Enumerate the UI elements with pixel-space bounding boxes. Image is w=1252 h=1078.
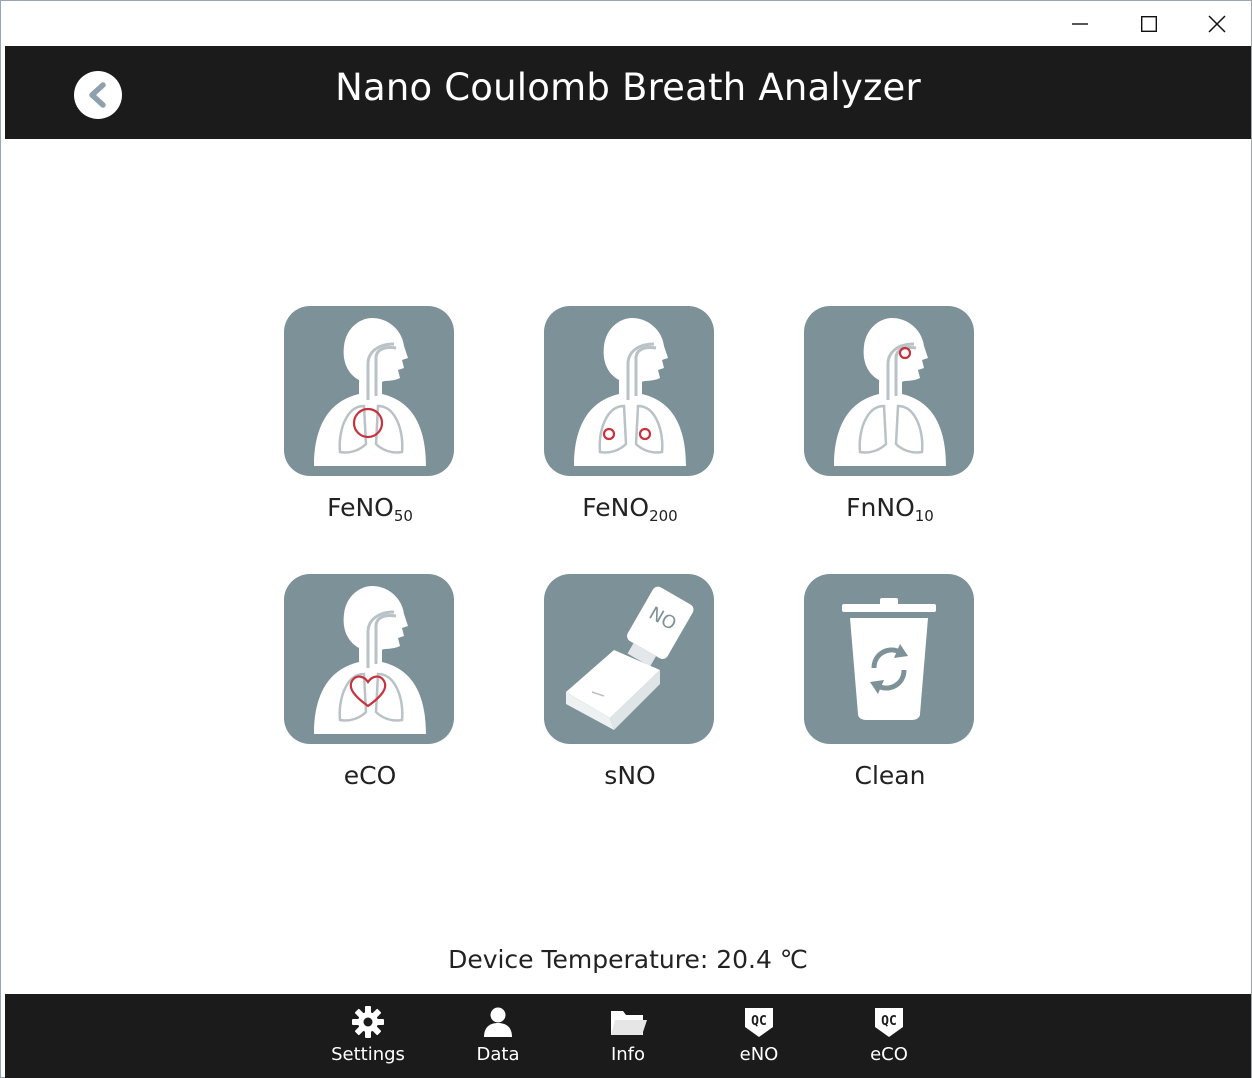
svg-text:QC: QC [881, 1014, 897, 1029]
test-tile-fnno10[interactable]: FnNO10 [804, 306, 976, 525]
airway-lungs-icon [284, 306, 454, 476]
user-icon [478, 1004, 518, 1040]
test-tile-eco[interactable]: eCO [284, 574, 456, 790]
test-tile-feno200[interactable]: FeNO200 [544, 306, 716, 525]
test-tile-clean[interactable]: Clean [804, 574, 976, 790]
nav-info[interactable]: Info [578, 1004, 678, 1070]
gear-icon [348, 1004, 388, 1040]
tile-label: Clean [854, 761, 926, 790]
svg-text:QC: QC [751, 1014, 767, 1029]
nav-qc-eno[interactable]: QC eNO [709, 1004, 809, 1070]
app-window: Nano Coulomb Breath Analyzer FeNO50 FeNO… [0, 0, 1252, 1078]
tile-label: FeNO [582, 493, 650, 522]
title-bar [1, 1, 1251, 46]
close-button[interactable] [1183, 1, 1251, 46]
nav-label: eNO [739, 1044, 779, 1065]
test-tile-feno50[interactable]: FeNO50 [284, 306, 456, 525]
nav-label: Settings [331, 1044, 405, 1065]
minimize-button[interactable] [1046, 1, 1114, 46]
tile-label: FeNO [327, 493, 394, 522]
nav-settings[interactable]: Settings [318, 1004, 418, 1070]
nav-qc-eco[interactable]: QC eCO [839, 1004, 939, 1070]
tile-label-subscript: 200 [649, 507, 678, 525]
nav-label: Info [610, 1044, 646, 1065]
nav-label: eCO [870, 1044, 908, 1065]
sensor-device-icon: NO [544, 574, 714, 744]
nav-label: Data [476, 1044, 520, 1065]
app-header: Nano Coulomb Breath Analyzer [5, 46, 1251, 139]
main-panel: FeNO50 FeNO200 FnNO10 eCO NO sNO Clean D… [5, 139, 1251, 994]
close-icon [1208, 14, 1226, 33]
tile-label-subscript: 50 [393, 507, 413, 525]
tile-label: eCO [343, 761, 397, 790]
maximize-icon [1141, 15, 1157, 32]
minimize-icon [1072, 22, 1088, 25]
device-temperature: Device Temperature: 20.4 ℃ [448, 945, 808, 974]
maximize-button[interactable] [1115, 1, 1183, 46]
tile-label: FnNO [846, 493, 915, 522]
airway-nose-icon [804, 306, 974, 476]
qc-badge-icon: QC [869, 1004, 909, 1040]
airway-heart-icon [284, 574, 454, 744]
qc-badge-icon: QC [739, 1004, 779, 1040]
test-tile-sno[interactable]: NO sNO [544, 574, 716, 790]
bottom-nav: Settings Data Info QC eNO QC eCO [5, 994, 1251, 1078]
tile-label-subscript: 10 [914, 507, 934, 525]
nav-data[interactable]: Data [448, 1004, 548, 1070]
airway-alveoli-icon [544, 306, 714, 476]
page-title: Nano Coulomb Breath Analyzer [335, 66, 921, 109]
tile-label: sNO [604, 761, 656, 790]
folder-icon [608, 1004, 648, 1040]
recycle-bin-icon [804, 574, 974, 744]
